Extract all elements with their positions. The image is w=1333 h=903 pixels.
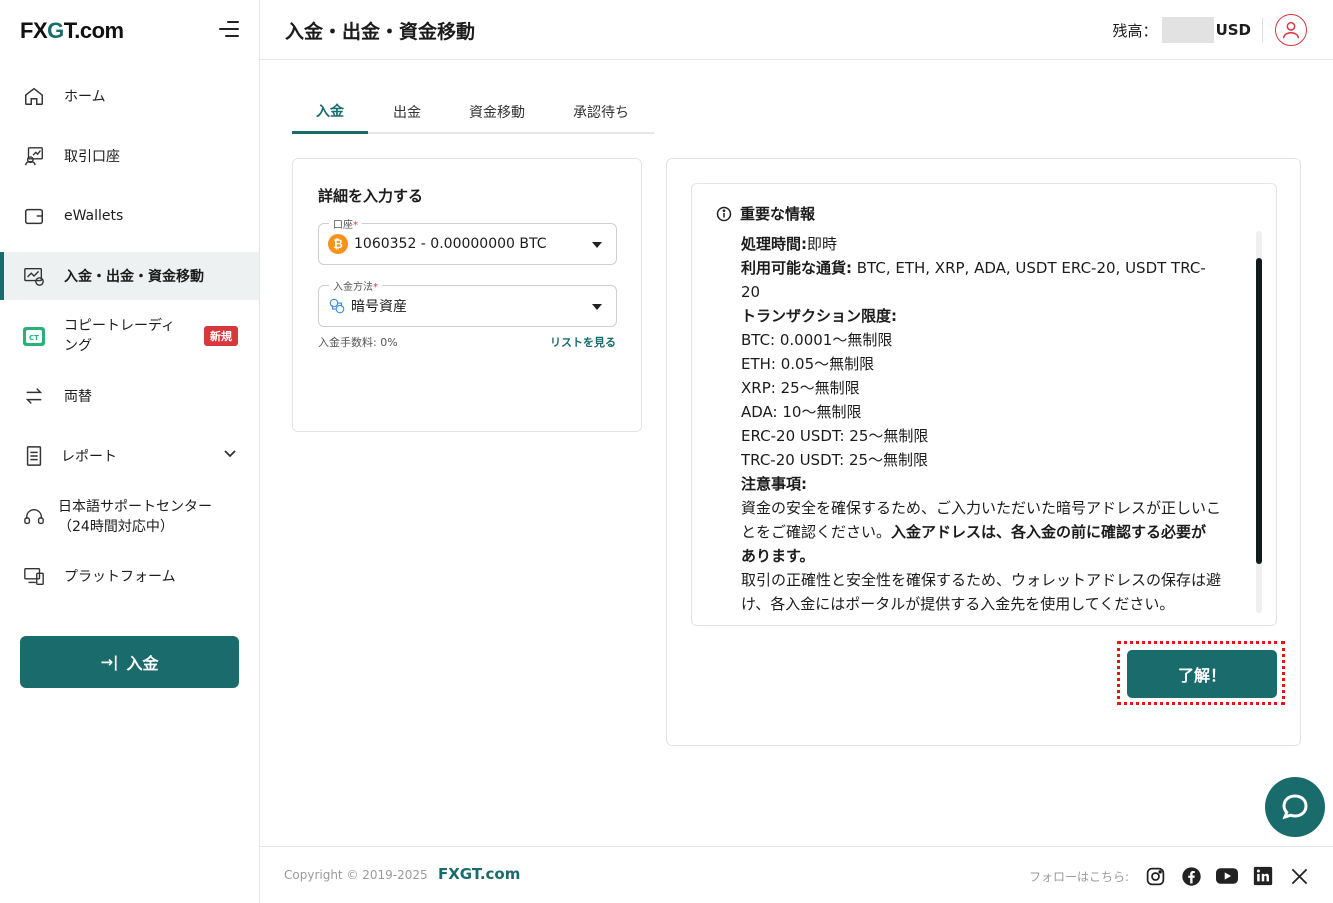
- report-icon: [22, 444, 46, 468]
- account-label: 口座*: [329, 216, 362, 231]
- notes-heading: 注意事項:: [741, 475, 807, 493]
- view-list-link[interactable]: リストを見る: [550, 334, 616, 350]
- deposit-button[interactable]: →| 入金: [20, 636, 239, 688]
- limit-item: XRP: 25〜無制限: [741, 379, 860, 397]
- trading-account-icon: [22, 144, 46, 168]
- tab-bar: 入金 出金 資金移動 承認待ち: [292, 90, 654, 134]
- sidebar-item-exchange[interactable]: 両替: [0, 372, 259, 420]
- footer: Copyright © 2019-2025 FXGT.com フォローはこちら:: [260, 846, 1333, 903]
- page-title: 入金・出金・資金移動: [285, 21, 476, 43]
- method-label: 入金方法*: [329, 278, 382, 293]
- sidebar-item-label: eWallets: [64, 208, 124, 224]
- balance-currency: USD: [1215, 21, 1251, 39]
- svg-text:CT: CT: [29, 334, 39, 342]
- limits-heading: トランザクション限度:: [741, 307, 897, 325]
- sidebar-item-platform[interactable]: プラットフォーム: [0, 552, 259, 600]
- sidebar-item-label: 入金・出金・資金移動: [64, 269, 204, 285]
- follow-label: フォローはこちら:: [1029, 870, 1130, 884]
- ok-button[interactable]: 了解！: [1127, 650, 1277, 698]
- top-header: 入金・出金・資金移動 残高： USD: [260, 0, 1333, 60]
- sidebar-item-label: 日本語サポートセンター （24時間対応中）: [58, 499, 212, 535]
- facebook-icon[interactable]: [1180, 865, 1202, 887]
- tab-pending[interactable]: 承認待ち: [548, 90, 654, 134]
- crypto-icon: [328, 297, 346, 315]
- sidebar-item-deposit-withdraw[interactable]: 入金・出金・資金移動: [0, 252, 259, 300]
- linkedin-icon[interactable]: [1252, 865, 1274, 887]
- form-title: 詳細を入力する: [318, 187, 424, 205]
- deposit-fee: 入金手数料: 0%: [318, 336, 398, 349]
- wallet-icon: [22, 204, 46, 228]
- note-paragraph: 資金の安全を確保するため、ご入力いただいた暗号アドレスが正しいことをご確認くださ…: [741, 499, 1221, 565]
- limit-item: ETH: 0.05〜無制限: [741, 355, 875, 373]
- method-value: 暗号資産: [351, 299, 407, 315]
- instagram-icon[interactable]: [1144, 865, 1166, 887]
- footer-brand[interactable]: FXGT.com: [438, 865, 520, 883]
- balance-mask: [1161, 17, 1214, 43]
- home-icon: [22, 84, 46, 108]
- processing-time: 処理時間:即時: [741, 235, 838, 253]
- sidebar-item-label: ホーム: [64, 89, 106, 105]
- note-paragraph: 取引の正確性と安全性を確保するため、ウォレットアドレスの保存は避け、各入金にはポ…: [741, 571, 1221, 612]
- chat-icon[interactable]: [1265, 777, 1325, 837]
- user-avatar-icon[interactable]: [1275, 14, 1307, 46]
- sidebar-item-label: コピートレーディ ング: [64, 318, 176, 354]
- sidebar: FXGT.com ホーム 取引口座 eWallets 入金・出金・資金移動 CT…: [0, 0, 260, 903]
- fxgt-logo[interactable]: FXGT.com: [20, 18, 124, 44]
- sidebar-item-report[interactable]: レポート: [0, 432, 259, 480]
- sidebar-item-support[interactable]: 日本語サポートセンター （24時間対応中）: [0, 492, 259, 542]
- account-select[interactable]: 口座* ₿ 1060352 - 0.00000000 BTC: [318, 216, 617, 265]
- sidebar-item-ewallets[interactable]: eWallets: [0, 192, 259, 240]
- sidebar-item-label: 両替: [64, 389, 92, 405]
- tab-deposit[interactable]: 入金: [292, 90, 368, 134]
- exchange-icon: [22, 384, 46, 408]
- important-info-box: 重要な情報 処理時間:即時 利用可能な通貨: BTC, ETH, XRP, AD…: [691, 183, 1277, 626]
- sidebar-item-home[interactable]: ホーム: [0, 72, 259, 120]
- caret-down-icon: [592, 242, 602, 248]
- balance-label: 残高：: [1112, 21, 1158, 40]
- platform-icon: [22, 564, 46, 588]
- sidebar-item-label: プラットフォーム: [64, 569, 176, 585]
- info-body[interactable]: 処理時間:即時 利用可能な通貨: BTC, ETH, XRP, ADA, USD…: [741, 232, 1221, 612]
- scrollbar-thumb[interactable]: [1256, 258, 1262, 564]
- info-icon: [716, 206, 732, 222]
- youtube-icon[interactable]: [1216, 865, 1238, 887]
- deposit-button-label: 入金: [126, 654, 159, 673]
- tab-withdraw[interactable]: 出金: [368, 90, 446, 134]
- info-heading: 重要な情報: [716, 203, 815, 224]
- available-currencies: 利用可能な通貨: BTC, ETH, XRP, ADA, USDT ERC-20…: [741, 259, 1206, 301]
- sidebar-item-label: レポート: [61, 449, 117, 465]
- sidebar-item-label: 取引口座: [64, 149, 120, 165]
- limit-item: ERC-20 USDT: 25〜無制限: [741, 427, 929, 445]
- copyright: Copyright © 2019-2025: [284, 868, 428, 882]
- chevron-down-icon[interactable]: [223, 447, 237, 465]
- info-card: 重要な情報 処理時間:即時 利用可能な通貨: BTC, ETH, XRP, AD…: [666, 158, 1301, 746]
- tab-transfer[interactable]: 資金移動: [446, 90, 548, 134]
- deposit-withdraw-icon: [22, 264, 46, 288]
- deposit-method-select[interactable]: 入金方法* 暗号資産: [318, 278, 617, 327]
- balance: 残高： USD: [1113, 17, 1251, 43]
- copy-trading-icon: CT: [22, 324, 46, 348]
- sidebar-item-copy-trading[interactable]: CT コピートレーディ ング 新規: [0, 312, 259, 360]
- info-heading-text: 重要な情報: [740, 205, 816, 223]
- arrow-right-icon: →|: [100, 653, 119, 671]
- account-value: 1060352 - 0.00000000 BTC: [354, 236, 547, 252]
- new-badge: 新規: [204, 326, 238, 346]
- menu-toggle-icon[interactable]: [219, 21, 239, 39]
- headset-icon: [22, 505, 46, 529]
- limit-item: TRC-20 USDT: 25〜無制限: [741, 451, 929, 469]
- header-divider: [1262, 18, 1263, 42]
- deposit-form-card: 詳細を入力する 口座* ₿ 1060352 - 0.00000000 BTC 入…: [292, 158, 642, 432]
- limit-item: BTC: 0.0001〜無制限: [741, 331, 893, 349]
- x-twitter-icon[interactable]: [1288, 865, 1310, 887]
- caret-down-icon: [592, 304, 602, 310]
- bitcoin-icon: ₿: [328, 234, 348, 254]
- sidebar-item-trading-accounts[interactable]: 取引口座: [0, 132, 259, 180]
- limit-item: ADA: 10〜無制限: [741, 403, 862, 421]
